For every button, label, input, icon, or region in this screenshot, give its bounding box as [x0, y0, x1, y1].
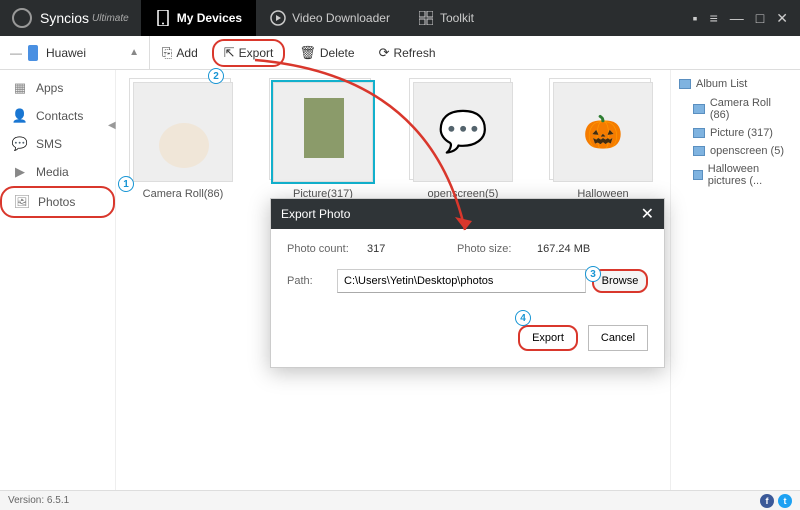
annotation-badge-3: 3: [585, 266, 601, 282]
btn-label: Refresh: [393, 46, 435, 60]
device-name: Huawei: [46, 46, 86, 60]
device-phone-icon: [28, 45, 38, 61]
social-links: f t: [760, 494, 792, 508]
album-picture[interactable]: Picture(317): [268, 82, 378, 200]
app-logo: Syncios Ultimate: [0, 8, 141, 28]
album-list-item[interactable]: Picture (317): [679, 124, 792, 142]
app-name: Syncios: [40, 10, 89, 26]
scroll-left-icon[interactable]: ◀: [108, 120, 116, 131]
minimize-icon[interactable]: —: [730, 10, 744, 27]
nav-my-devices[interactable]: My Devices: [141, 0, 256, 36]
btn-label: Delete: [320, 46, 355, 60]
close-icon[interactable]: ✕: [776, 10, 788, 27]
add-icon: ⎘: [162, 45, 172, 61]
sidebar-item-sms[interactable]: 💬 SMS: [0, 130, 115, 158]
chevron-up-icon: ▲: [129, 47, 139, 58]
album-thumb: [133, 82, 233, 182]
dialog-title-bar: Export Photo ✕: [271, 199, 664, 229]
contacts-icon: 👤: [12, 108, 28, 124]
album-list-panel: Album List Camera Roll (86) Picture (317…: [670, 70, 800, 490]
annotation-badge-1: 1: [118, 176, 134, 192]
media-icon: ▶: [12, 164, 28, 180]
photo-count-value: 317: [367, 243, 457, 255]
sidebar-item-media[interactable]: ▶ Media: [0, 158, 115, 186]
annotation-badge-4: 4: [515, 310, 531, 326]
album-openscreen[interactable]: openscreen(5): [408, 82, 518, 200]
sms-icon: 💬: [12, 136, 28, 152]
title-bar: Syncios Ultimate My Devices Video Downlo…: [0, 0, 800, 36]
dash-icon: —: [10, 46, 22, 60]
nav-label: Toolkit: [440, 11, 474, 25]
sidebar: ▦ Apps 👤 Contacts 💬 SMS ▶ Media 🖼 Photos: [0, 70, 116, 490]
album-list-item[interactable]: Camera Roll (86): [679, 94, 792, 124]
nav-label: Video Downloader: [292, 11, 390, 25]
trash-icon: 🗑: [299, 45, 316, 61]
toolbar: — Huawei ▲ ⎘ Add ⇱ Export 🗑 Delete ⟳ Ref…: [0, 36, 800, 70]
export-photo-dialog: Export Photo ✕ Photo count: 317 Photo si…: [270, 198, 665, 368]
apps-icon: ▦: [12, 80, 28, 96]
path-label: Path:: [287, 275, 337, 287]
album-list-item[interactable]: Halloween pictures (...: [679, 160, 792, 190]
sidebar-item-photos[interactable]: 🖼 Photos: [0, 186, 115, 218]
dialog-body: Photo count: 317 Photo size: 167.24 MB P…: [271, 229, 664, 325]
photo-count-label: Photo count:: [287, 243, 367, 255]
btn-label: Export: [239, 46, 274, 60]
annotation-badge-2: 2: [208, 68, 224, 84]
photos-icon: 🖼: [14, 194, 30, 210]
modal-export-button[interactable]: Export: [518, 325, 578, 351]
nav-video-downloader[interactable]: Video Downloader: [256, 0, 404, 36]
image-icon: [693, 146, 705, 156]
nav-label: My Devices: [177, 11, 242, 25]
album-list-title: Album List: [679, 78, 792, 90]
image-icon: [693, 104, 705, 114]
path-input[interactable]: [337, 269, 586, 293]
sidebar-item-label: SMS: [36, 137, 62, 151]
album-halloween[interactable]: Halloween pictures(73): [548, 82, 658, 212]
photo-info-row: Photo count: 317 Photo size: 167.24 MB: [287, 243, 648, 255]
status-bar: Version: 6.5.1 f t: [0, 490, 800, 510]
album-camera-roll[interactable]: Camera Roll(86): [128, 82, 238, 200]
album-thumb: [273, 82, 373, 182]
image-icon: [693, 128, 705, 138]
add-button[interactable]: ⎘ Add: [152, 41, 208, 65]
sidebar-item-apps[interactable]: ▦ Apps: [0, 74, 115, 102]
dialog-footer: Export Cancel: [271, 325, 664, 367]
syncios-logo-icon: [12, 8, 32, 28]
device-selector[interactable]: — Huawei ▲: [0, 36, 150, 70]
sidebar-item-label: Photos: [38, 195, 75, 209]
dialog-title: Export Photo: [281, 207, 350, 221]
sidebar-item-label: Apps: [36, 81, 63, 95]
modal-cancel-button[interactable]: Cancel: [588, 325, 648, 351]
delete-button[interactable]: 🗑 Delete: [289, 41, 364, 65]
grid-icon: [418, 10, 434, 26]
menu-icon[interactable]: ≡: [710, 10, 718, 27]
version-label: Version: 6.5.1: [8, 495, 69, 506]
window-controls: ▪ ≡ — □ ✕: [693, 10, 800, 27]
album-thumb: [413, 82, 513, 182]
message-icon[interactable]: ▪: [693, 10, 698, 27]
nav-toolkit[interactable]: Toolkit: [404, 0, 488, 36]
album-list-item[interactable]: openscreen (5): [679, 142, 792, 160]
maximize-icon[interactable]: □: [756, 10, 764, 27]
export-button[interactable]: ⇱ Export: [212, 39, 286, 67]
refresh-icon: ⟳: [379, 45, 390, 61]
app-edition: Ultimate: [92, 13, 129, 24]
export-icon: ⇱: [224, 45, 235, 61]
refresh-button[interactable]: ⟳ Refresh: [369, 41, 446, 65]
album-thumb: [553, 82, 653, 182]
facebook-icon[interactable]: f: [760, 494, 774, 508]
photo-size-label: Photo size:: [457, 243, 537, 255]
dialog-close-icon[interactable]: ✕: [641, 204, 654, 224]
phone-icon: [155, 10, 171, 26]
btn-label: Add: [176, 46, 197, 60]
sidebar-item-contacts[interactable]: 👤 Contacts: [0, 102, 115, 130]
sidebar-item-label: Media: [36, 165, 69, 179]
folder-icon: [679, 79, 691, 89]
image-icon: [693, 170, 703, 180]
photo-size-value: 167.24 MB: [537, 243, 627, 255]
album-caption: Camera Roll(86): [128, 188, 238, 200]
sidebar-item-label: Contacts: [36, 109, 83, 123]
twitter-icon[interactable]: t: [778, 494, 792, 508]
play-icon: [270, 10, 286, 26]
